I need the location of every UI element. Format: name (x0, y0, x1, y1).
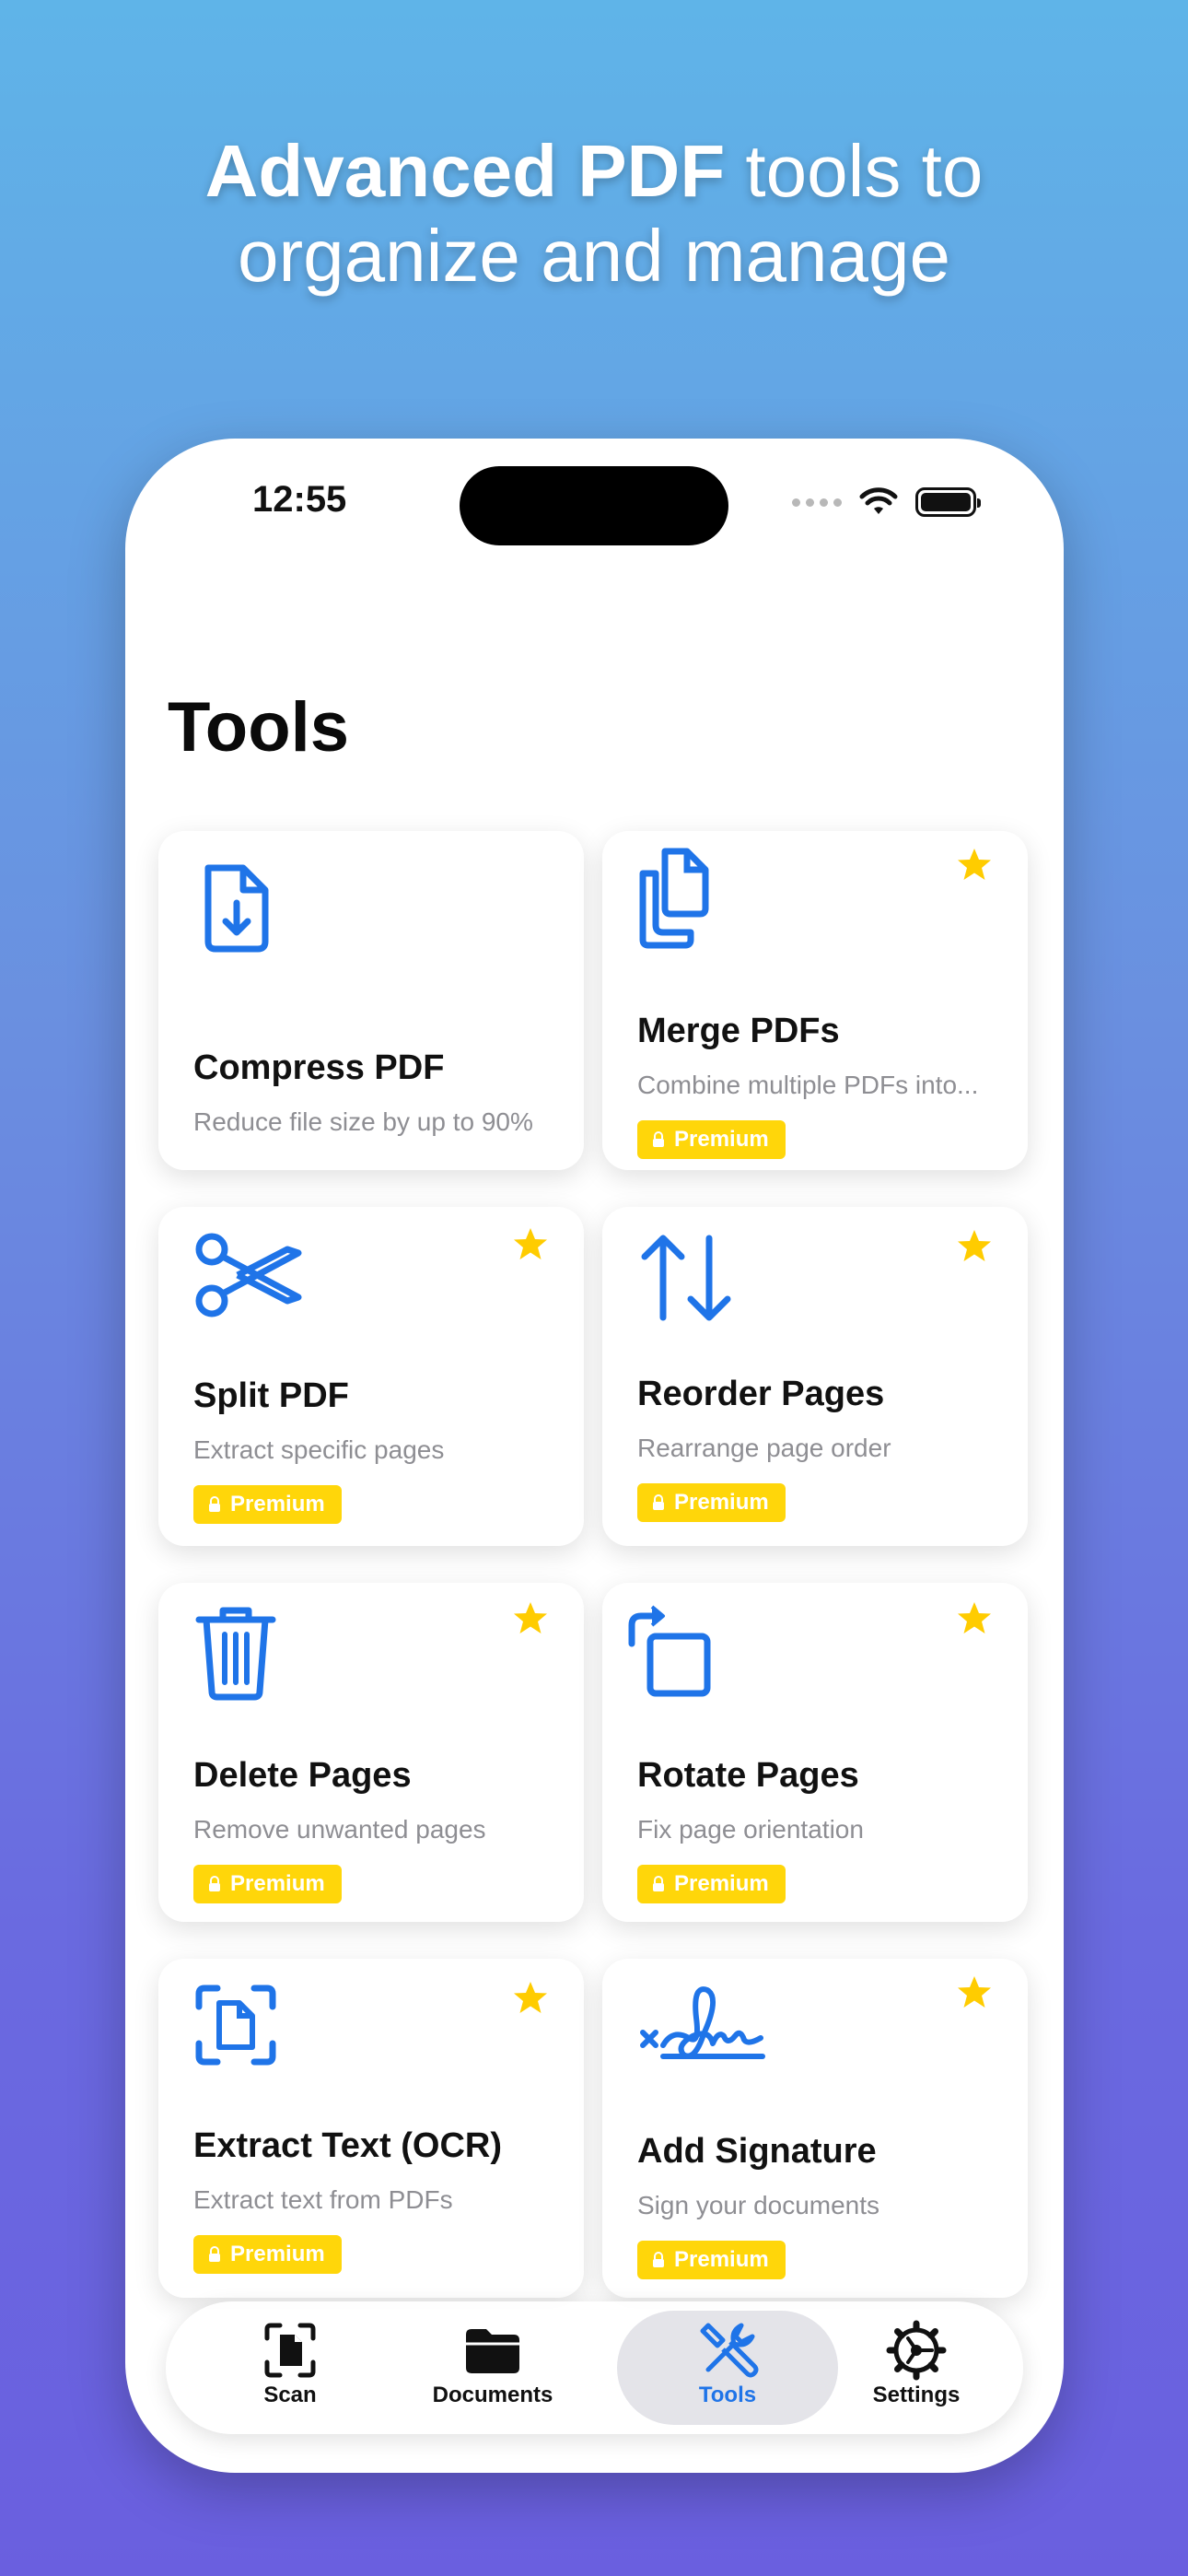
trash-icon (195, 1607, 276, 1701)
battery-icon (915, 487, 981, 517)
lock-icon (653, 1494, 664, 1510)
compress-icon (204, 864, 269, 953)
gear-icon (886, 2320, 947, 2381)
tool-desc: Reduce file size by up to 90% (193, 1107, 533, 1136)
tab-label: Tools (698, 2383, 757, 2407)
tool-desc: Remove unwanted pages (193, 1815, 486, 1844)
star-icon (958, 1976, 991, 2008)
star-icon (514, 1982, 547, 2013)
wifi-icon (859, 487, 898, 514)
premium-badge: Premium (193, 1865, 342, 1903)
premium-label: Premium (230, 1871, 325, 1896)
tab-label: Settings (872, 2383, 961, 2407)
tool-desc: Sign your documents (637, 2191, 880, 2219)
premium-badge: Premium (193, 1485, 342, 1524)
tool-name: Split PDF (193, 1376, 349, 1415)
star-icon (514, 1602, 547, 1633)
tool-name: Reorder Pages (637, 1375, 885, 1413)
tool-card-ocr[interactable]: Extract Text (OCR) Extract text from PDF… (158, 1959, 584, 2298)
star-icon (958, 849, 991, 880)
headline-rest: tools to (725, 130, 984, 212)
lock-icon (209, 2246, 220, 2262)
reorder-icon (641, 1235, 731, 1321)
marketing-headline: Advanced PDF tools to organize and manag… (0, 129, 1188, 299)
tab-label: Documents (432, 2383, 553, 2407)
tab-documents[interactable]: Documents (387, 2301, 599, 2434)
premium-label: Premium (230, 2242, 325, 2266)
lock-icon (653, 1131, 664, 1147)
page-title: Tools (168, 688, 350, 767)
premium-badge: Premium (637, 2241, 786, 2279)
star-icon (514, 1228, 547, 1259)
tab-tools[interactable]: Tools (622, 2301, 833, 2434)
premium-badge: Premium (637, 1865, 786, 1903)
star-icon (958, 1602, 991, 1633)
premium-badge: Premium (193, 2235, 342, 2274)
rotate-icon (628, 1605, 711, 1697)
dynamic-island (460, 466, 728, 545)
tool-card-compress[interactable]: Compress PDF Reduce file size by up to 9… (158, 831, 584, 1170)
tool-desc: Fix page orientation (637, 1815, 864, 1844)
lock-icon (653, 1876, 664, 1891)
tab-label: Scan (263, 2383, 317, 2407)
tool-card-reorder[interactable]: Reorder Pages Rearrange page order Premi… (602, 1207, 1028, 1546)
tool-card-merge[interactable]: Merge PDFs Combine multiple PDFs into...… (602, 831, 1028, 1170)
tab-settings[interactable]: Settings (810, 2301, 1022, 2434)
signature-icon (640, 1986, 765, 2059)
tool-name: Rotate Pages (637, 1756, 859, 1795)
tool-desc: Combine multiple PDFs into... (637, 1071, 979, 1099)
tool-name: Delete Pages (193, 1756, 412, 1795)
headline-bold: Advanced PDF (204, 130, 726, 212)
headline-line2: organize and manage (238, 215, 950, 297)
ocr-icon (195, 1985, 276, 2066)
scan-icon (264, 2323, 316, 2378)
premium-label: Premium (674, 1127, 769, 1152)
lock-icon (209, 1496, 220, 1512)
folder-icon (466, 2329, 519, 2373)
lock-icon (209, 1876, 220, 1891)
tool-name: Compress PDF (193, 1048, 445, 1087)
tab-scan[interactable]: Scan (184, 2301, 396, 2434)
premium-label: Premium (674, 2247, 769, 2272)
premium-label: Premium (674, 1871, 769, 1896)
premium-label: Premium (674, 1490, 769, 1515)
tool-desc: Rearrange page order (637, 1434, 891, 1462)
status-time: 12:55 (252, 479, 347, 520)
tool-card-signature[interactable]: Add Signature Sign your documents Premiu… (602, 1959, 1028, 2298)
premium-label: Premium (230, 1492, 325, 1516)
premium-badge: Premium (637, 1120, 786, 1159)
tool-desc: Extract text from PDFs (193, 2185, 453, 2214)
merge-icon (639, 848, 709, 949)
scissors-icon (195, 1233, 302, 1317)
lock-icon (653, 2252, 664, 2267)
phone-frame: 12:55 Tools Compress PDF Reduce file siz… (125, 439, 1064, 2473)
premium-badge: Premium (637, 1483, 786, 1522)
tool-name: Merge PDFs (637, 1012, 840, 1050)
tool-card-delete[interactable]: Delete Pages Remove unwanted pages Premi… (158, 1583, 584, 1922)
tool-card-rotate[interactable]: Rotate Pages Fix page orientation Premiu… (602, 1583, 1028, 1922)
tool-name: Add Signature (637, 2132, 877, 2171)
tool-name: Extract Text (OCR) (193, 2126, 503, 2165)
tool-desc: Extract specific pages (193, 1435, 445, 1464)
tool-card-split[interactable]: Split PDF Extract specific pages Premium (158, 1207, 584, 1546)
star-icon (958, 1230, 991, 1261)
signal-dots-icon (792, 498, 842, 507)
tab-bar: Scan Documents Tools Settings (166, 2301, 1023, 2434)
status-icons (792, 486, 981, 518)
tools-icon (700, 2323, 759, 2378)
